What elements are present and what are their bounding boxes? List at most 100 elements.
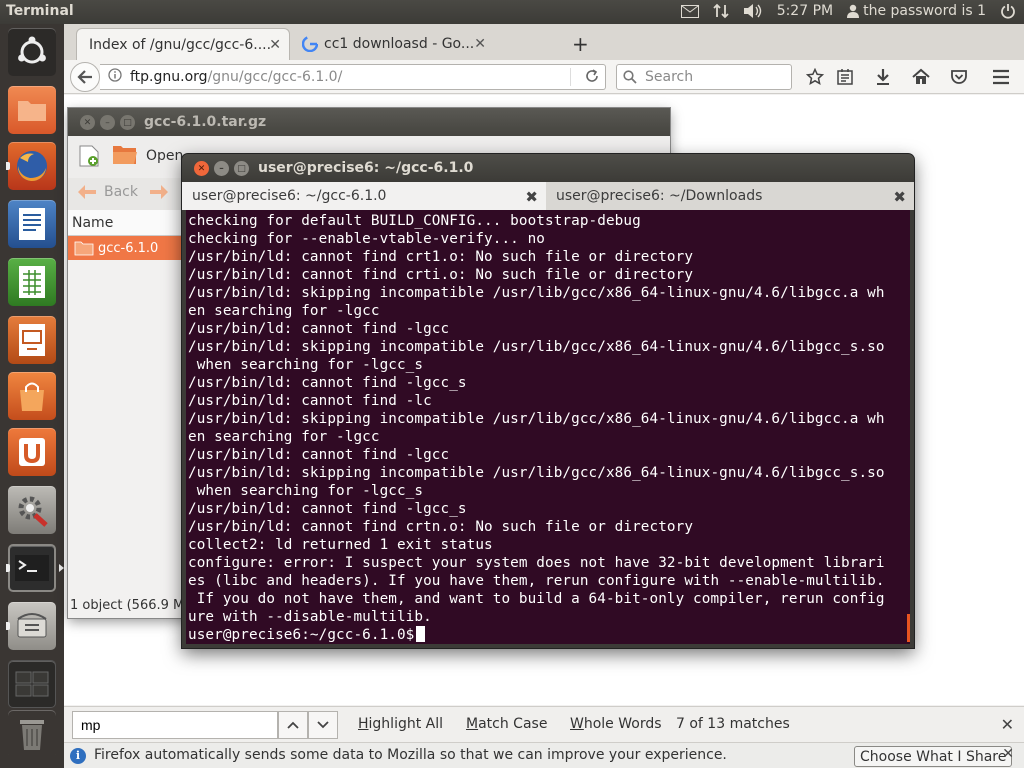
terminal-line: /usr/bin/ld: skipping incompatible /usr/… [188, 411, 885, 427]
app-title: Terminal [6, 3, 74, 19]
close-icon[interactable]: ✖ [893, 188, 906, 206]
terminal-line: /usr/bin/ld: cannot find -lgcc_s [188, 501, 467, 517]
terminal-line: /usr/bin/ld: cannot find -lc [188, 393, 432, 409]
terminal-title: user@precise6: ~/gcc-6.1.0 [258, 160, 474, 176]
firefox-icon[interactable] [6, 140, 58, 192]
terminal-window: ✕ – □ user@precise6: ~/gcc-6.1.0 user@pr… [182, 154, 914, 648]
terminal-line: checking for --enable-vtable-verify... n… [188, 231, 546, 247]
workspace-switcher-icon[interactable] [6, 658, 58, 710]
trash-icon[interactable] [6, 708, 58, 760]
power-icon[interactable] [1000, 3, 1016, 19]
open-archive-icon[interactable] [112, 144, 138, 170]
search-input[interactable]: Search [616, 64, 792, 90]
list-item[interactable]: gcc-6.1.0 [68, 236, 186, 260]
archive-titlebar: ✕ – □ gcc-6.1.0.tar.gz [68, 108, 670, 136]
terminal-tab-gcc[interactable]: user@precise6: ~/gcc-6.1.0 ✖ [182, 182, 546, 210]
folder-icon [74, 241, 94, 256]
user-icon [847, 4, 860, 18]
choose-what-i-share-button[interactable]: Choose What I Share [854, 746, 1013, 767]
terminal-line: /usr/bin/ld: cannot find crtn.o: No such… [188, 519, 694, 535]
terminal-line: /usr/bin/ld: skipping incompatible /usr/… [188, 339, 885, 355]
network-icon[interactable] [713, 3, 729, 19]
tab-google-search[interactable]: cc1 downloasd - Go... ✕ [294, 28, 494, 60]
forward-arrow-icon[interactable] [148, 184, 170, 204]
clock[interactable]: 5:27 PM [777, 3, 833, 19]
ubuntu-one-icon[interactable] [6, 426, 58, 478]
terminal-line: collect2: ld returned 1 exit status [188, 537, 493, 553]
download-icon[interactable] [874, 68, 892, 86]
calc-icon[interactable] [6, 256, 58, 308]
status-bar: 1 object (566.9 M [70, 598, 185, 613]
new-archive-icon[interactable] [78, 144, 100, 172]
find-input[interactable] [72, 711, 278, 739]
home-icon[interactable] [912, 68, 930, 86]
find-next-button[interactable] [308, 711, 338, 739]
terminal-scrollbar[interactable] [907, 614, 910, 642]
column-header-name[interactable]: Name [68, 210, 186, 236]
open-button[interactable]: Open [146, 148, 183, 164]
url-bar[interactable]: ftp.gnu.org/gnu/gcc/gcc-6.1.0/ [100, 64, 606, 90]
terminal-line: /usr/bin/ld: cannot find -lgcc [188, 447, 450, 463]
user-menu[interactable]: the password is 1 [847, 3, 986, 19]
google-icon [302, 36, 318, 52]
bookmark-star-icon[interactable] [806, 68, 824, 86]
find-previous-button[interactable] [278, 711, 308, 739]
mail-icon[interactable] [680, 4, 699, 18]
terminal-output[interactable]: checking for default BUILD_CONFIG... boo… [186, 210, 910, 644]
close-icon[interactable]: ✕ [474, 36, 486, 52]
minimize-icon[interactable]: – [100, 115, 115, 130]
back-label: Back [104, 184, 138, 200]
find-status: 7 of 13 matches [676, 716, 790, 732]
back-button[interactable]: Back [76, 184, 138, 200]
close-icon[interactable]: ✕ [80, 115, 95, 130]
terminal-line: when searching for -lgcc_s [188, 357, 424, 373]
close-icon[interactable]: ✕ [194, 161, 209, 176]
software-center-icon[interactable] [6, 370, 58, 422]
terminal-titlebar: ✕ – □ user@precise6: ~/gcc-6.1.0 [182, 154, 914, 182]
new-tab-button[interactable]: + [572, 32, 589, 56]
archive-manager-icon[interactable] [6, 600, 58, 652]
maximize-icon[interactable]: □ [120, 115, 135, 130]
close-icon[interactable]: ✖ [525, 188, 538, 206]
dash-icon[interactable] [6, 26, 58, 78]
match-case-toggle[interactable]: Match Case [466, 716, 547, 732]
reload-icon[interactable] [585, 69, 599, 87]
whole-words-toggle[interactable]: Whole Words [570, 716, 662, 732]
tab-gcc-index[interactable]: Index of /gnu/gcc/gcc-6.... ✕ [76, 28, 290, 60]
menu-icon[interactable] [992, 68, 1010, 86]
text-cursor [416, 626, 426, 642]
notification-text: Firefox automatically sends some data to… [94, 747, 727, 763]
settings-icon[interactable] [6, 484, 58, 536]
pocket-icon[interactable] [950, 68, 968, 86]
terminal-tab-downloads[interactable]: user@precise6: ~/Downloads ✖ [546, 182, 914, 210]
close-icon[interactable]: ✕ [1001, 715, 1014, 734]
minimize-icon[interactable]: – [214, 161, 229, 176]
site-info-icon[interactable] [108, 68, 122, 86]
search-icon [623, 70, 637, 84]
back-arrow-icon [77, 70, 92, 84]
impress-icon[interactable] [6, 314, 58, 366]
terminal-line: /usr/bin/ld: cannot find crt1.o: No such… [188, 249, 694, 265]
highlight-all-toggle[interactable]: Highlight All [358, 716, 443, 732]
writer-icon[interactable] [6, 198, 58, 250]
back-button[interactable] [70, 62, 100, 92]
terminal-line: checking for default BUILD_CONFIG... boo… [188, 213, 641, 229]
firefox-tab-bar: Index of /gnu/gcc/gcc-6.... ✕ cc1 downlo… [64, 24, 1024, 60]
volume-icon[interactable] [743, 3, 763, 19]
url-path: /gnu/gcc/gcc-6.1.0/ [207, 69, 343, 85]
terminal-line: /usr/bin/ld: cannot find crti.o: No such… [188, 267, 694, 283]
reading-list-icon[interactable] [836, 68, 854, 86]
archive-title: gcc-6.1.0.tar.gz [144, 114, 267, 130]
close-icon[interactable]: ✕ [269, 37, 281, 53]
terminal-line: /usr/bin/ld: cannot find -lgcc_s [188, 375, 467, 391]
terminal-lines: checking for default BUILD_CONFIG... boo… [188, 212, 885, 644]
close-icon[interactable]: ✕ [1002, 746, 1014, 762]
back-arrow-icon [78, 185, 96, 199]
terminal-line: en searching for -lgcc [188, 303, 380, 319]
firefox-nav-bar: ftp.gnu.org/gnu/gcc/gcc-6.1.0/ Search [64, 60, 1024, 94]
maximize-icon[interactable]: □ [234, 161, 249, 176]
chevron-up-icon [287, 721, 299, 729]
files-icon[interactable] [6, 84, 58, 136]
terminal-icon[interactable] [6, 542, 64, 594]
terminal-line: when searching for -lgcc_s [188, 483, 424, 499]
